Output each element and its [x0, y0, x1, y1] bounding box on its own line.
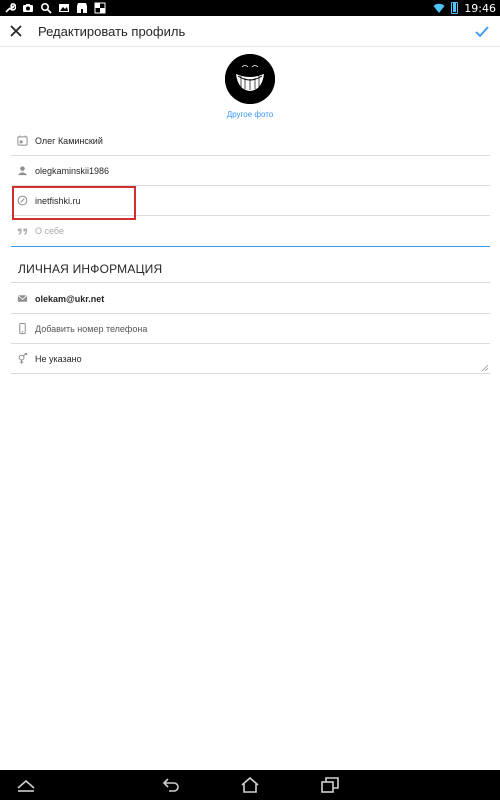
avatar-grin-image [225, 54, 275, 104]
check-icon [475, 25, 489, 37]
system-nav-bar [0, 770, 500, 800]
email-value: olekam@ukr.net [35, 293, 105, 304]
status-bar: 19:46 [0, 0, 500, 16]
section-title-personal-info: ЛИЧНАЯ ИНФОРМАЦИЯ [18, 262, 163, 276]
close-icon [10, 25, 22, 37]
search-icon [40, 2, 52, 14]
menu-up-button[interactable] [15, 775, 37, 795]
menu-up-icon [17, 779, 35, 792]
home-icon [241, 776, 259, 793]
username-field[interactable]: olegkaminskii1986 [11, 156, 490, 186]
resize-handle-icon [482, 365, 488, 371]
profile-avatar[interactable] [225, 54, 275, 104]
action-bar: Редактировать профиль [0, 16, 500, 47]
recent-apps-icon [321, 777, 339, 793]
profile-card-icon [16, 135, 28, 147]
user-icon [16, 165, 28, 177]
chess-icon [94, 2, 106, 14]
home-button[interactable] [239, 775, 261, 795]
recent-apps-button[interactable] [319, 775, 341, 795]
email-field[interactable]: olekam@ukr.net [11, 284, 490, 314]
status-system: 19:46 [433, 2, 496, 15]
shop-icon [76, 2, 88, 14]
status-time: 19:46 [464, 1, 496, 15]
mail-icon [16, 293, 28, 305]
back-button[interactable] [160, 775, 182, 795]
page-title: Редактировать профиль [38, 23, 186, 39]
link-icon [16, 195, 28, 207]
image-icon [58, 2, 70, 14]
status-notifications [4, 2, 106, 14]
wrench-icon [4, 2, 16, 14]
website-value: inetfishki.ru [35, 195, 81, 206]
wifi-icon [433, 2, 445, 14]
save-button[interactable] [470, 16, 494, 47]
gender-value: Не указано [35, 353, 82, 364]
website-field[interactable]: inetfishki.ru [11, 186, 490, 216]
close-button[interactable] [0, 16, 32, 47]
phone-icon [16, 323, 28, 335]
section-divider [11, 282, 490, 283]
name-value: Олег Каминский [35, 135, 103, 146]
battery-icon [451, 2, 459, 14]
change-photo-link[interactable]: Другое фото [0, 110, 500, 119]
gender-icon [16, 353, 28, 365]
back-icon [162, 778, 179, 792]
gender-field[interactable]: Не указано [11, 344, 490, 374]
phone-field[interactable]: Добавить номер телефона [11, 314, 490, 344]
name-field[interactable]: Олег Каминский [11, 126, 490, 156]
quote-icon [16, 225, 28, 237]
bio-placeholder: О себе [35, 225, 64, 236]
username-value: olegkaminskii1986 [35, 165, 110, 176]
camera-icon [22, 2, 34, 14]
bio-field[interactable]: О себе [11, 215, 490, 247]
phone-value: Добавить номер телефона [35, 323, 148, 334]
